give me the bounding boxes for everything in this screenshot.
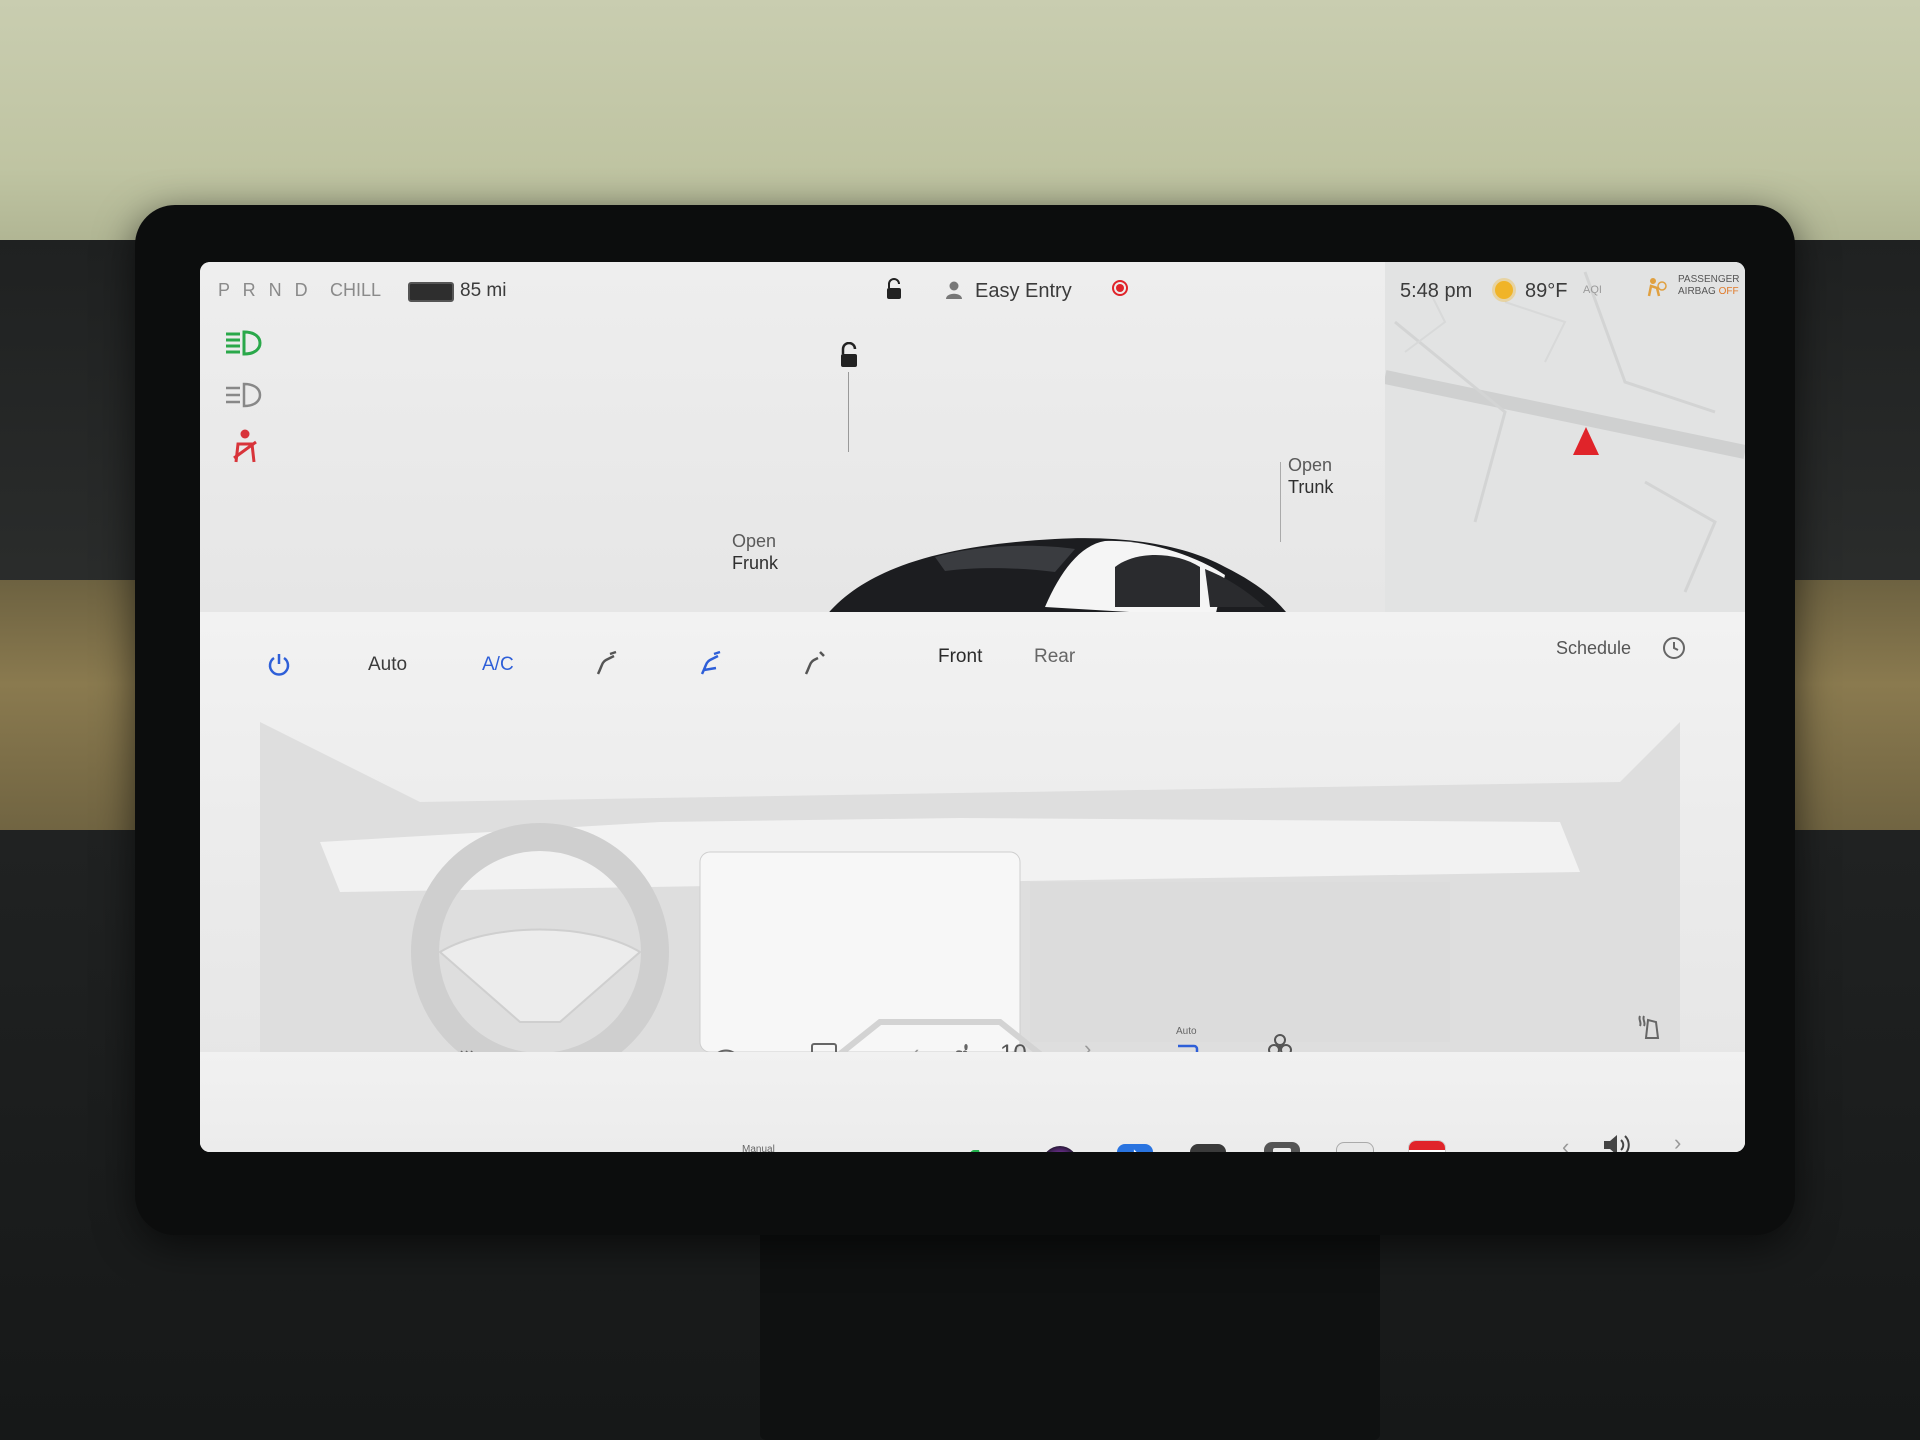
headlights-on-icon bbox=[222, 324, 268, 362]
recirc-auto-label: Auto bbox=[1176, 1026, 1197, 1037]
airbag-off-label: OFF bbox=[1718, 286, 1739, 297]
clock: 5:48 pm bbox=[1400, 280, 1473, 302]
airflow-feet-icon[interactable] bbox=[696, 648, 726, 678]
open-frunk-button[interactable]: Open Frunk bbox=[732, 530, 778, 574]
frunk-label-bottom: Frunk bbox=[732, 553, 779, 573]
volume-increase-button[interactable]: › bbox=[1674, 1130, 1681, 1152]
airflow-face-icon[interactable] bbox=[592, 648, 622, 678]
phone-icon[interactable] bbox=[966, 1146, 1000, 1152]
outside-temperature: 89°F bbox=[1525, 280, 1568, 302]
open-trunk-button[interactable]: Open Trunk bbox=[1288, 454, 1333, 498]
seat-heater-right-icon[interactable] bbox=[1634, 1010, 1664, 1040]
bluetooth-icon[interactable] bbox=[1117, 1144, 1153, 1152]
touchscreen: P R N D CHILL 85 mi Easy Entry 5:48 pm 8… bbox=[200, 262, 1745, 1152]
weather-sun-icon bbox=[1495, 281, 1513, 299]
aqi-indicator: AQI bbox=[1583, 284, 1602, 296]
range-readout: 85 mi bbox=[460, 280, 507, 301]
trunk-label-bottom: Trunk bbox=[1288, 477, 1334, 497]
lock-line bbox=[848, 372, 849, 452]
navigation-arrow-icon bbox=[1573, 427, 1599, 455]
trunk-line bbox=[1280, 462, 1281, 542]
clock-icon[interactable] bbox=[1662, 636, 1686, 660]
schedule-button[interactable]: Schedule bbox=[1556, 638, 1631, 659]
car-rendering[interactable] bbox=[825, 527, 1315, 617]
manual-app-icon[interactable] bbox=[1264, 1142, 1300, 1152]
airbag-label-prefix: AIRBAG bbox=[1678, 286, 1716, 297]
climate-auto-button[interactable]: Auto bbox=[368, 654, 407, 676]
interior-rendering bbox=[260, 722, 1680, 1082]
battery-icon bbox=[408, 282, 454, 302]
car-lock-icon[interactable] bbox=[838, 341, 860, 368]
fog-lights-icon bbox=[222, 376, 268, 414]
screen-stand bbox=[760, 1230, 1380, 1440]
airflow-windshield-icon[interactable] bbox=[800, 648, 830, 678]
passenger-airbag-icon bbox=[1645, 276, 1667, 298]
temp-mode-label: Manual bbox=[742, 1144, 775, 1152]
frunk-label-top: Open bbox=[732, 531, 777, 551]
profile-icon[interactable] bbox=[945, 280, 963, 300]
status-bar: P R N D CHILL 85 mi Easy Entry 5:48 pm 8… bbox=[200, 262, 1745, 316]
car-view: P R N D CHILL 85 mi Easy Entry 5:48 pm 8… bbox=[200, 262, 1745, 617]
taskbar bbox=[200, 1052, 1745, 1152]
seatbelt-warning-icon bbox=[222, 428, 268, 466]
dashcam-record-icon[interactable] bbox=[1112, 280, 1128, 296]
ac-button[interactable]: A/C bbox=[482, 654, 514, 676]
trunk-label-top: Open bbox=[1288, 455, 1333, 475]
notes-app-icon[interactable] bbox=[1336, 1142, 1374, 1152]
more-apps-icon[interactable] bbox=[1190, 1144, 1226, 1152]
calendar-header bbox=[1409, 1141, 1445, 1150]
lock-icon[interactable] bbox=[885, 278, 903, 300]
volume-icon[interactable] bbox=[1600, 1130, 1634, 1152]
climate-power-icon[interactable] bbox=[266, 652, 292, 678]
gear-selector: P R N D bbox=[218, 280, 312, 300]
volume-decrease-button[interactable]: ‹ bbox=[1562, 1134, 1569, 1152]
front-tab[interactable]: Front bbox=[938, 646, 982, 668]
passenger-airbag-status: PASSENGER AIRBAG OFF bbox=[1678, 274, 1740, 298]
rear-tab[interactable]: Rear bbox=[1034, 646, 1075, 668]
calendar-app-icon[interactable]: 18 bbox=[1408, 1140, 1446, 1152]
indicator-column bbox=[222, 324, 272, 480]
drive-mode: CHILL bbox=[330, 280, 382, 300]
driver-profile-name[interactable]: Easy Entry bbox=[975, 280, 1072, 303]
airbag-label: PASSENGER bbox=[1678, 274, 1740, 285]
